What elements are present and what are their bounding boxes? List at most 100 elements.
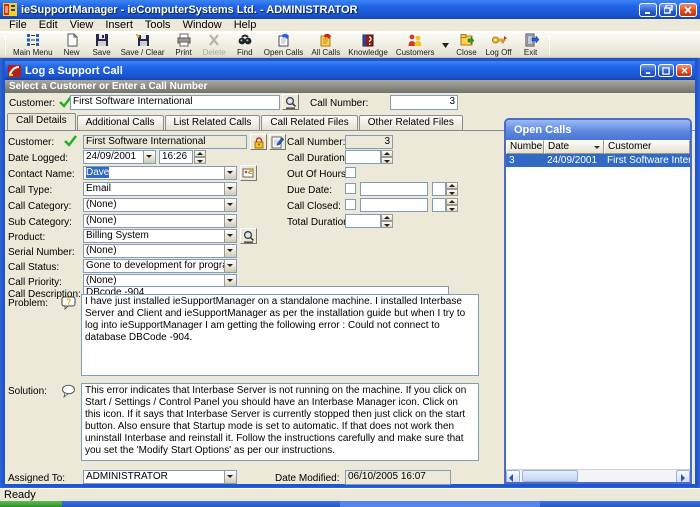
time-logged-input[interactable]: 16:26 bbox=[159, 150, 193, 164]
toolbar-button-save[interactable]: Save bbox=[87, 33, 117, 57]
lookup-customer-input[interactable]: First Software International bbox=[70, 95, 280, 110]
call-category-select[interactable]: (None) bbox=[83, 198, 237, 212]
scrollbar-thumb[interactable] bbox=[522, 470, 578, 482]
toolbar-separator bbox=[549, 35, 550, 55]
open-calls-horizontal-scrollbar[interactable] bbox=[506, 469, 690, 482]
call-closed-time-spinner[interactable] bbox=[446, 198, 458, 212]
tab-additional-calls[interactable]: Additional Calls bbox=[77, 115, 164, 130]
toolbar-button-delete[interactable]: Delete bbox=[199, 33, 230, 57]
minimize-button[interactable] bbox=[639, 3, 657, 17]
customers-dropdown-button[interactable] bbox=[439, 33, 452, 57]
toolbar-button-print[interactable]: Print bbox=[169, 33, 199, 57]
menu-window[interactable]: Window bbox=[178, 19, 227, 31]
column-header-number[interactable]: Number bbox=[506, 140, 544, 154]
call-type-select[interactable]: Email bbox=[83, 182, 237, 196]
contact-name-select[interactable]: Dave bbox=[83, 166, 237, 180]
menu-edit[interactable]: Edit bbox=[34, 19, 63, 31]
menu-tools[interactable]: Tools bbox=[140, 19, 176, 31]
dropdown-arrow-icon[interactable] bbox=[224, 245, 236, 257]
main-menu-icon bbox=[25, 33, 41, 47]
scrollbar-track[interactable] bbox=[520, 470, 676, 482]
assigned-to-select[interactable]: ADMINISTRATOR bbox=[83, 470, 237, 484]
restore-button[interactable] bbox=[659, 3, 677, 17]
customers-icon bbox=[407, 33, 423, 47]
toolbar-button-main-menu[interactable]: Main Menu bbox=[9, 33, 57, 57]
toolbar-button-knowledge[interactable]: Knowledge bbox=[344, 33, 392, 57]
tab-call-details[interactable]: Call Details bbox=[7, 113, 76, 130]
lock-button[interactable] bbox=[250, 134, 267, 150]
call-status-select[interactable]: Gone to development for program modifica bbox=[83, 259, 237, 273]
toolbar-button-new[interactable]: New bbox=[57, 33, 87, 57]
call-duration-input[interactable] bbox=[345, 150, 381, 164]
assigned-to-label: Assigned To: bbox=[8, 473, 65, 484]
toolbar-button-save-clear[interactable]: Save / Clear bbox=[117, 33, 169, 57]
edit-note-button[interactable] bbox=[269, 134, 286, 150]
dropdown-arrow-icon[interactable] bbox=[224, 260, 236, 272]
toolbar-button-customers[interactable]: Customers bbox=[392, 33, 439, 57]
call-closed-time-input[interactable] bbox=[432, 198, 446, 212]
solution-textarea[interactable]: This error indicates that Interbase Serv… bbox=[81, 383, 479, 461]
start-button-sliver[interactable] bbox=[0, 501, 62, 507]
delete-icon bbox=[206, 33, 222, 47]
contact-card-button[interactable] bbox=[240, 165, 257, 181]
dropdown-arrow-icon[interactable] bbox=[224, 215, 236, 227]
sub-category-select[interactable]: (None) bbox=[83, 214, 237, 228]
toolbar-button-all-calls[interactable]: All Calls bbox=[307, 33, 344, 57]
due-date-checkbox[interactable] bbox=[345, 183, 356, 194]
problem-textarea[interactable]: I have just installed ieSupportManager o… bbox=[81, 294, 479, 376]
call-closed-checkbox[interactable] bbox=[345, 199, 356, 210]
open-calls-panel: Open Calls Number Date Customer 3 24/09/… bbox=[504, 118, 692, 484]
toolbar-button-close[interactable]: Close bbox=[452, 33, 482, 57]
total-duration-spinner[interactable] bbox=[381, 214, 393, 228]
dropdown-arrow-icon[interactable] bbox=[224, 471, 236, 483]
call-window-minimize-button[interactable] bbox=[640, 64, 656, 77]
tab-list-related-calls[interactable]: List Related Calls bbox=[165, 115, 261, 130]
customer-search-button[interactable] bbox=[282, 94, 299, 110]
lookup-call-number-input[interactable]: 3 bbox=[390, 95, 458, 110]
dropdown-arrow-icon[interactable] bbox=[224, 167, 236, 179]
menu-view[interactable]: View bbox=[65, 19, 99, 31]
product-select[interactable]: Billing System bbox=[83, 229, 237, 243]
save-icon bbox=[94, 33, 110, 47]
serial-number-select[interactable]: (None) bbox=[83, 244, 237, 258]
call-window-maximize-button[interactable] bbox=[658, 64, 674, 77]
open-calls-row-selected[interactable]: 3 24/09/2001 First Software Internationa… bbox=[506, 154, 690, 167]
svg-text:?: ? bbox=[66, 298, 71, 307]
call-window-close-button[interactable] bbox=[676, 64, 692, 77]
toolbar-button-log-off[interactable]: Log Off bbox=[482, 33, 516, 57]
dropdown-arrow-icon[interactable] bbox=[224, 199, 236, 211]
date-logged-input[interactable]: 24/09/2001 bbox=[83, 150, 156, 164]
close-icon bbox=[684, 6, 692, 14]
menu-help[interactable]: Help bbox=[229, 19, 262, 31]
date-modified-label: Date Modified: bbox=[275, 473, 339, 484]
menu-file[interactable]: File bbox=[4, 19, 32, 31]
product-search-button[interactable] bbox=[240, 228, 257, 244]
toolbar-button-exit[interactable]: Exit bbox=[516, 33, 546, 57]
toolbar-button-find[interactable]: Find bbox=[230, 33, 260, 57]
due-date-input[interactable] bbox=[360, 182, 428, 196]
date-dropdown-arrow-icon[interactable] bbox=[143, 151, 155, 163]
toolbar-button-open-calls[interactable]: Open Calls bbox=[260, 33, 308, 57]
tab-other-related-files[interactable]: Other Related Files bbox=[359, 115, 463, 130]
open-calls-column-headers: Number Date Customer bbox=[506, 140, 690, 154]
total-duration-input[interactable] bbox=[345, 214, 381, 228]
scroll-right-button[interactable] bbox=[676, 470, 690, 483]
column-header-customer[interactable]: Customer bbox=[604, 140, 690, 154]
time-logged-spinner[interactable] bbox=[194, 150, 206, 164]
call-closed-input[interactable] bbox=[360, 198, 428, 212]
call-duration-spinner[interactable] bbox=[381, 150, 393, 164]
dropdown-arrow-icon[interactable] bbox=[224, 230, 236, 242]
scroll-left-button[interactable] bbox=[506, 470, 520, 483]
due-time-spinner[interactable] bbox=[446, 182, 458, 196]
due-date-label: Due Date: bbox=[287, 185, 332, 196]
column-header-date[interactable]: Date bbox=[544, 140, 604, 154]
dropdown-arrow-icon[interactable] bbox=[224, 183, 236, 195]
date-logged-label: Date Logged: bbox=[8, 153, 68, 164]
menu-insert[interactable]: Insert bbox=[100, 19, 138, 31]
due-time-input[interactable] bbox=[432, 182, 446, 196]
close-button[interactable] bbox=[679, 3, 697, 17]
lookup-customer-label: Customer: bbox=[9, 98, 55, 109]
out-of-hours-checkbox[interactable] bbox=[345, 167, 356, 178]
product-label: Product: bbox=[8, 232, 45, 243]
tab-call-related-files[interactable]: Call Related Files bbox=[261, 115, 357, 130]
